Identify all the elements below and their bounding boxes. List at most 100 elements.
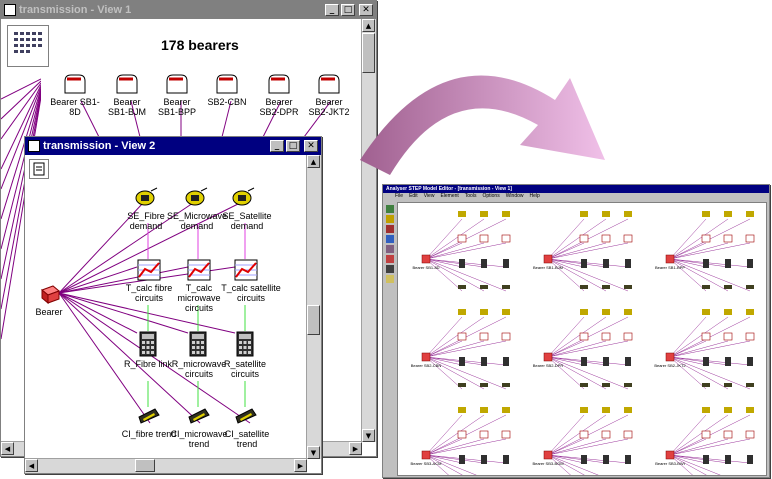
minimize-button[interactable]: _ xyxy=(325,4,339,16)
bearer-label: SB2-CBN xyxy=(207,97,247,107)
trend-ticket-icon xyxy=(188,408,210,424)
demand-node[interactable] xyxy=(183,187,209,209)
view2-horizontal-scrollbar[interactable]: ◀ ▶ xyxy=(25,458,307,473)
tool-icon[interactable] xyxy=(386,275,394,283)
demand-node[interactable] xyxy=(230,187,256,209)
mini-link xyxy=(425,242,485,260)
calc-chart-icon xyxy=(234,259,258,281)
scroll-thumb[interactable] xyxy=(135,459,155,472)
scroll-left-button[interactable]: ◀ xyxy=(25,459,38,472)
close-button[interactable]: ✕ xyxy=(304,140,318,152)
mini-link xyxy=(669,340,729,358)
mini-link xyxy=(547,438,585,456)
bearer-node[interactable] xyxy=(263,71,293,97)
mini-calc-icon xyxy=(723,332,733,341)
mini-calc-icon xyxy=(501,234,511,243)
tool-icon[interactable] xyxy=(386,225,394,233)
mini-result-icon xyxy=(725,259,731,268)
trend-node[interactable] xyxy=(234,407,258,425)
model-editor-window[interactable]: Analyser STEP Model Editor - [transmissi… xyxy=(382,184,770,478)
view2-title: transmission - View 2 xyxy=(43,140,156,152)
model-editor-titlebar[interactable]: Analyser STEP Model Editor - [transmissi… xyxy=(383,185,769,193)
trend-node[interactable] xyxy=(187,407,211,425)
mini-link xyxy=(669,438,729,456)
scroll-thumb[interactable] xyxy=(307,305,320,335)
cluster-label: Bearer SB3-BWI xyxy=(655,461,685,466)
bearer-node[interactable] xyxy=(161,71,191,97)
mini-demand-icon xyxy=(724,309,732,315)
scroll-right-button[interactable]: ▶ xyxy=(349,442,362,455)
maximize-button[interactable]: □ xyxy=(286,140,300,152)
model-editor-title: Analyser STEP Model Editor - [transmissi… xyxy=(386,186,512,192)
menu-item[interactable]: Tools xyxy=(465,193,477,200)
calc-node[interactable] xyxy=(234,259,258,281)
mini-link xyxy=(669,242,707,260)
tool-icon[interactable] xyxy=(386,215,394,223)
view2-window[interactable]: transmission - View 2 _ □ ✕ Bearer SE_Fi… xyxy=(24,136,322,474)
trend-ticket-icon xyxy=(235,408,257,424)
mini-calc-icon xyxy=(745,332,755,341)
minimize-button[interactable]: _ xyxy=(270,140,284,152)
menu-item[interactable]: Options xyxy=(482,193,499,200)
mini-result-icon xyxy=(459,455,465,464)
scroll-down-button[interactable]: ▼ xyxy=(307,446,320,459)
mini-link xyxy=(547,356,585,390)
mini-calc-icon xyxy=(601,234,611,243)
menu-item[interactable]: File xyxy=(395,193,403,200)
mini-demand-icon xyxy=(480,309,488,315)
overview-grid-icon[interactable] xyxy=(7,25,49,67)
result-node[interactable] xyxy=(139,331,157,357)
mini-calc-icon xyxy=(457,430,467,439)
bearer-cube-node[interactable] xyxy=(39,283,61,305)
tool-icon[interactable] xyxy=(386,205,394,213)
tool-icon[interactable] xyxy=(386,235,394,243)
menu-item[interactable]: Edit xyxy=(409,193,418,200)
bearer-node[interactable] xyxy=(59,71,89,97)
mini-demand-icon xyxy=(624,211,632,217)
mini-calc-icon xyxy=(701,234,711,243)
mini-demand-icon xyxy=(458,309,466,315)
view1-titlebar[interactable]: transmission - View 1 _ □ ✕ xyxy=(1,1,376,19)
calc-node[interactable] xyxy=(187,259,211,281)
menu-item[interactable]: Help xyxy=(530,193,540,200)
close-button[interactable]: ✕ xyxy=(359,4,373,16)
calc-chart-icon xyxy=(187,259,211,281)
scroll-down-button[interactable]: ▼ xyxy=(362,429,375,442)
mini-result-icon xyxy=(503,357,509,366)
bearer-node[interactable] xyxy=(313,71,343,97)
mini-calc-icon xyxy=(623,332,633,341)
tool-palette[interactable] xyxy=(385,203,395,473)
maximize-button[interactable]: □ xyxy=(341,4,355,16)
view2-vertical-scrollbar[interactable]: ▲ ▼ xyxy=(306,155,321,459)
tool-icon[interactable] xyxy=(386,245,394,253)
mini-result-icon xyxy=(503,259,509,268)
tool-icon[interactable] xyxy=(386,265,394,273)
trend-node[interactable] xyxy=(137,407,161,425)
scroll-up-button[interactable]: ▲ xyxy=(307,155,320,168)
cube-icon xyxy=(41,285,60,305)
scroll-left-button[interactable]: ◀ xyxy=(1,442,14,455)
menu-item[interactable]: Element xyxy=(440,193,458,200)
mini-trend-icon xyxy=(602,285,610,289)
model-editor-canvas[interactable]: Bearer SB1-8D Bearer SB1-BJM Bearer SB1-… xyxy=(397,202,767,476)
menu-item[interactable]: Window xyxy=(506,193,524,200)
menu-item[interactable]: View xyxy=(424,193,435,200)
result-node[interactable] xyxy=(189,331,207,357)
result-node[interactable] xyxy=(236,331,254,357)
tool-icon[interactable] xyxy=(386,255,394,263)
bearer-hand-icon xyxy=(116,74,138,94)
view2-titlebar[interactable]: transmission - View 2 _ □ ✕ xyxy=(25,137,321,155)
window-icon xyxy=(4,4,16,16)
mini-bearer-icon xyxy=(421,254,431,264)
bearer-node[interactable] xyxy=(111,71,141,97)
bearer-node[interactable] xyxy=(211,71,241,97)
mini-demand-icon xyxy=(502,407,510,413)
scroll-up-button[interactable]: ▲ xyxy=(362,19,375,32)
mini-demand-icon xyxy=(580,211,588,217)
bearer-hand-icon xyxy=(318,74,340,94)
demand-node[interactable] xyxy=(133,187,159,209)
mini-bearer-icon xyxy=(543,254,553,264)
demand-label: SE_Satellite demand xyxy=(222,211,272,231)
calc-node[interactable] xyxy=(137,259,161,281)
scroll-right-button[interactable]: ▶ xyxy=(294,459,307,472)
